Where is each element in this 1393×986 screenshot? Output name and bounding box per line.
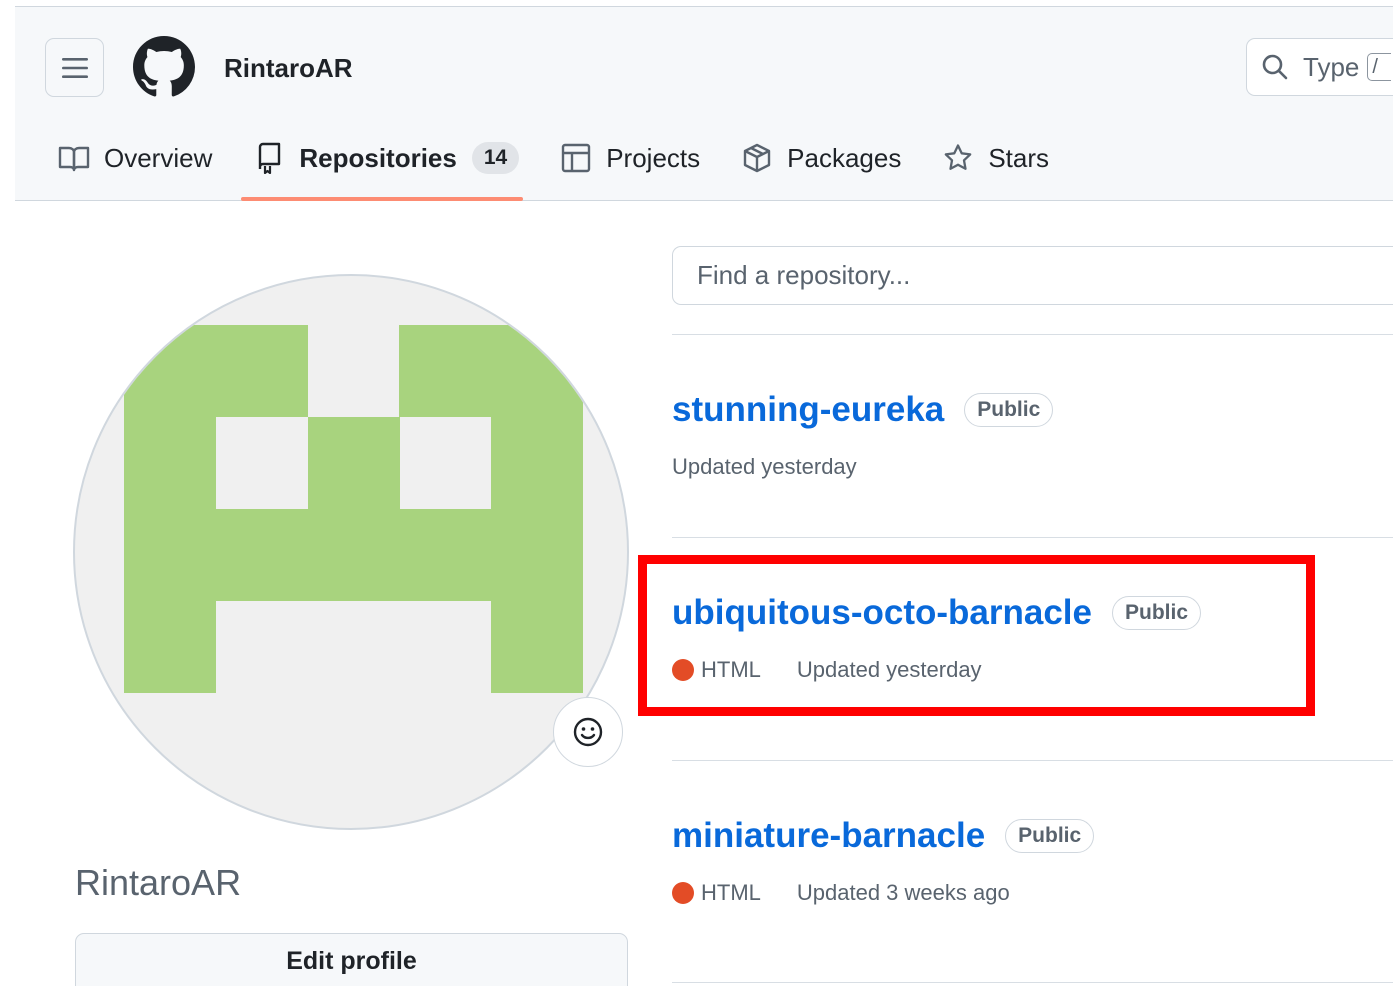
global-search-input[interactable]: Type /: [1246, 38, 1393, 96]
header-username[interactable]: RintaroAR: [224, 53, 353, 84]
avatar[interactable]: [73, 274, 629, 830]
repo-list-item: stunning-eureka Public Updated yesterday: [672, 388, 1054, 480]
search-icon: [1262, 54, 1288, 80]
tab-overview[interactable]: Overview: [58, 135, 233, 181]
package-icon: [741, 142, 773, 174]
tab-packages-label: Packages: [787, 142, 902, 173]
tab-projects-label: Projects: [606, 142, 701, 173]
header: RintaroAR Type / Overview Repositories 1…: [15, 6, 1393, 201]
repo-language: HTML: [701, 880, 761, 905]
repo-name-link[interactable]: miniature-barnacle: [672, 816, 985, 856]
github-logo-icon[interactable]: [133, 36, 195, 98]
identicon-image: [124, 325, 583, 693]
github-profile-page: RintaroAR Type / Overview Repositories 1…: [0, 0, 1393, 986]
list-divider: [672, 760, 1393, 761]
profile-tabs: Overview Repositories 14 Projects Packag…: [58, 135, 1090, 201]
menu-button[interactable]: [45, 38, 104, 97]
table-icon: [560, 142, 592, 174]
profile-username: RintaroAR: [75, 862, 242, 903]
list-divider: [672, 982, 1393, 983]
find-repository-input[interactable]: Find a repository...: [672, 246, 1393, 305]
set-status-button[interactable]: [553, 697, 623, 767]
tab-overview-label: Overview: [104, 142, 213, 173]
highlight-annotation-box: [638, 555, 1315, 716]
star-icon: [942, 142, 974, 174]
tab-projects[interactable]: Projects: [560, 135, 721, 181]
tab-repositories-label: Repositories: [299, 142, 457, 173]
tab-stars-label: Stars: [988, 142, 1050, 173]
tab-repositories[interactable]: Repositories 14: [253, 135, 540, 181]
smiley-icon: [573, 717, 603, 747]
edit-profile-button[interactable]: Edit profile: [75, 933, 628, 986]
list-divider: [672, 537, 1393, 538]
repo-updated-text: Updated yesterday: [672, 454, 857, 479]
tab-packages[interactable]: Packages: [741, 135, 922, 181]
list-divider: [672, 334, 1393, 335]
selected-tab-indicator: [241, 197, 523, 201]
hamburger-icon: [61, 57, 88, 78]
language-color-dot: [672, 882, 694, 904]
search-shortcut-key: /: [1367, 53, 1392, 81]
book-icon: [58, 142, 90, 174]
visibility-badge: Public: [964, 393, 1054, 427]
repo-icon: [253, 142, 285, 174]
tab-stars[interactable]: Stars: [942, 135, 1070, 181]
repo-name-link[interactable]: stunning-eureka: [672, 390, 944, 430]
search-placeholder: Type: [1303, 51, 1360, 82]
visibility-badge: Public: [1005, 819, 1095, 853]
repo-list-item: miniature-barnacle Public HTML Updated 3…: [672, 814, 1095, 906]
repo-updated-text: Updated 3 weeks ago: [796, 880, 1010, 905]
repositories-count-badge: 14: [471, 142, 520, 174]
